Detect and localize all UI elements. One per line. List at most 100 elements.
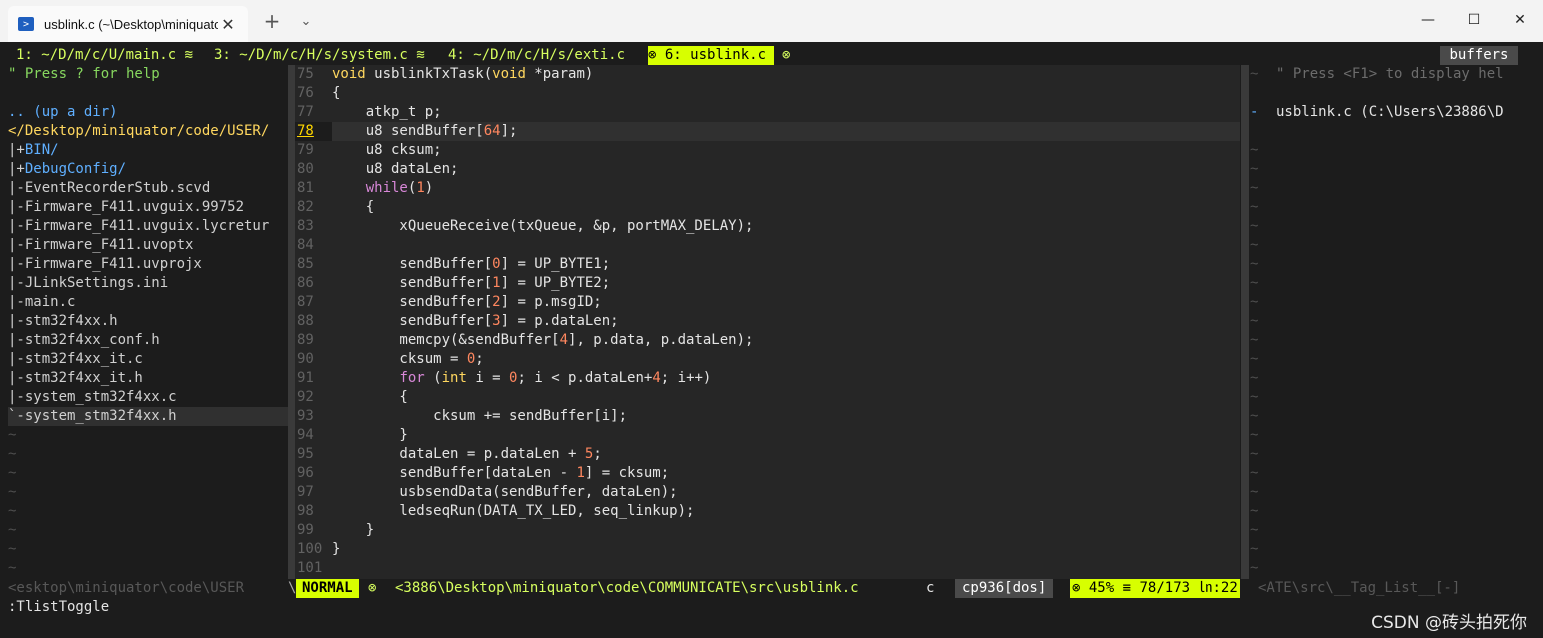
code-text: memcpy(&sendBuffer[4], p.data, p.dataLen… bbox=[332, 332, 754, 348]
taglist-pane[interactable]: ~ " Press <F1> to display hel - usblink.… bbox=[1250, 65, 1520, 585]
taglist-empty-line: ~ bbox=[1250, 560, 1259, 576]
code-editor-pane[interactable]: 75 void usblinkTxTask(void *param) 76 {77 a… bbox=[295, 65, 1240, 585]
taglist-empty-line: ~ bbox=[1250, 237, 1259, 253]
line-number: 85 bbox=[297, 256, 314, 272]
tree-file-item[interactable]: |-main.c bbox=[8, 293, 288, 312]
line-number: 89 bbox=[297, 332, 314, 348]
code-line[interactable]: 80 u8 dataLen; bbox=[295, 160, 1240, 179]
tree-file-item[interactable]: |-JLinkSettings.ini bbox=[8, 274, 288, 293]
code-line[interactable]: 94 } bbox=[295, 426, 1240, 445]
file-tree-pane[interactable]: " Press ? for help .. (up a dir) </Deskt… bbox=[8, 65, 288, 585]
maximize-button[interactable]: ☐ bbox=[1451, 0, 1497, 40]
line-number: 82 bbox=[297, 199, 314, 215]
close-window-button[interactable]: ✕ bbox=[1497, 0, 1543, 40]
code-line[interactable]: 88 sendBuffer[3] = p.dataLen; bbox=[295, 312, 1240, 331]
tree-file-item[interactable]: |-EventRecorderStub.scvd bbox=[8, 179, 288, 198]
tree-file-item[interactable]: |-Firmware_F411.uvprojx bbox=[8, 255, 288, 274]
code-text: usbsendData(sendBuffer, dataLen); bbox=[332, 484, 678, 500]
tree-empty-line: ~ bbox=[8, 522, 17, 538]
tab-close-icon[interactable]: ✕ bbox=[218, 15, 238, 34]
code-line[interactable]: 97 usbsendData(sendBuffer, dataLen); bbox=[295, 483, 1240, 502]
tab-title: usblink.c (~\Desktop\miniquato bbox=[44, 16, 218, 32]
code-line[interactable]: 76 { bbox=[295, 84, 1240, 103]
vim-statusline: <esktop\miniquator\code\USER \ NORMAL ⊗ … bbox=[0, 579, 1543, 598]
code-line[interactable]: 86 sendBuffer[1] = UP_BYTE2; bbox=[295, 274, 1240, 293]
tree-help: " Press ? for help bbox=[8, 66, 160, 82]
code-line[interactable]: 99 } bbox=[295, 521, 1240, 540]
code-text: } bbox=[332, 427, 408, 443]
code-line[interactable]: 98 ledseqRun(DATA_TX_LED, seq_linkup); bbox=[295, 502, 1240, 521]
code-line[interactable]: 89 memcpy(&sendBuffer[4], p.data, p.data… bbox=[295, 331, 1240, 350]
line-number: 87 bbox=[297, 294, 314, 310]
tree-file-item[interactable]: `-system_stm32f4xx.h bbox=[8, 407, 288, 426]
line-number: 80 bbox=[297, 161, 314, 177]
code-line[interactable]: 83 xQueueReceive(txQueue, &p, portMAX_DE… bbox=[295, 217, 1240, 236]
taglist-empty-line: ~ bbox=[1250, 484, 1259, 500]
terminal-tab[interactable]: > usblink.c (~\Desktop\miniquato ✕ bbox=[8, 6, 248, 42]
line-number: 99 bbox=[297, 522, 314, 538]
line-number: 83 bbox=[297, 218, 314, 234]
tree-file-item[interactable]: |-Firmware_F411.uvguix.99752 bbox=[8, 198, 288, 217]
code-line[interactable]: 77 atkp_t p; bbox=[295, 103, 1240, 122]
vim-tab-exti[interactable]: 4: ~/D/m/c/H/s/exti.c bbox=[448, 46, 625, 65]
code-line[interactable]: 84 bbox=[295, 236, 1240, 255]
line-number: 86 bbox=[297, 275, 314, 291]
code-line[interactable]: 82 { bbox=[295, 198, 1240, 217]
tree-empty-line: ~ bbox=[8, 427, 17, 443]
vim-tab-system[interactable]: 3: ~/D/m/c/H/s/system.c ≋ bbox=[214, 46, 425, 65]
vim-tabline: 1: ~/D/m/c/U/main.c ≋ 3: ~/D/m/c/H/s/sys… bbox=[0, 46, 1543, 65]
vim-tab-usblink[interactable]: ⊗ 6: usblink.c bbox=[648, 46, 775, 65]
code-text: u8 cksum; bbox=[332, 142, 442, 158]
code-line[interactable]: 78 u8 sendBuffer[64]; bbox=[295, 122, 1240, 141]
taglist-empty-line: ~ bbox=[1250, 408, 1259, 424]
tree-file-item[interactable]: |-Firmware_F411.uvoptx bbox=[8, 236, 288, 255]
taglist-empty-line: ~ bbox=[1250, 199, 1259, 215]
taglist-marker: - bbox=[1250, 104, 1259, 120]
code-line[interactable]: 91 for (int i = 0; i < p.dataLen+4; i++) bbox=[295, 369, 1240, 388]
tree-file-item[interactable]: |-stm32f4xx_conf.h bbox=[8, 331, 288, 350]
code-line[interactable]: 96 sendBuffer[dataLen - 1] = cksum; bbox=[295, 464, 1240, 483]
code-line[interactable]: 87 sendBuffer[2] = p.msgID; bbox=[295, 293, 1240, 312]
tree-file-item[interactable]: |-stm32f4xx.h bbox=[8, 312, 288, 331]
code-line[interactable]: 75 void usblinkTxTask(void *param) bbox=[295, 65, 1240, 84]
code-text: xQueueReceive(txQueue, &p, portMAX_DELAY… bbox=[332, 218, 754, 234]
taglist-empty-line: ~ bbox=[1250, 142, 1259, 158]
code-line[interactable]: 81 while(1) bbox=[295, 179, 1240, 198]
line-number: 98 bbox=[297, 503, 314, 519]
code-line[interactable]: 93 cksum += sendBuffer[i]; bbox=[295, 407, 1240, 426]
code-line[interactable]: 85 sendBuffer[0] = UP_BYTE1; bbox=[295, 255, 1240, 274]
tree-file-item[interactable]: |-stm32f4xx_it.c bbox=[8, 350, 288, 369]
tree-cwd: </Desktop/miniquator/code/USER/ bbox=[8, 123, 270, 139]
tree-dir-debugconfig[interactable]: |+DebugConfig/ bbox=[8, 160, 126, 179]
tab-dropdown-button[interactable]: ⌄ bbox=[292, 8, 320, 36]
tree-dir-bin[interactable]: |+BIN/ bbox=[8, 141, 59, 160]
status-encoding: cp936[dos] bbox=[955, 579, 1054, 598]
code-text: cksum = 0; bbox=[332, 351, 484, 367]
minimize-button[interactable]: — bbox=[1405, 0, 1451, 40]
code-text: dataLen = p.dataLen + 5; bbox=[332, 446, 602, 462]
code-line[interactable]: 90 cksum = 0; bbox=[295, 350, 1240, 369]
line-number: 90 bbox=[297, 351, 314, 367]
vim-tab-main[interactable]: 1: ~/D/m/c/U/main.c ≋ bbox=[16, 46, 193, 65]
right-split-separator[interactable] bbox=[1241, 65, 1249, 585]
tree-file-item[interactable]: |-system_stm32f4xx.c bbox=[8, 388, 288, 407]
code-line[interactable]: 101 bbox=[295, 559, 1240, 578]
taglist-empty-line: ~ bbox=[1250, 294, 1259, 310]
line-number: 92 bbox=[297, 389, 314, 405]
tree-file-item[interactable]: |-Firmware_F411.uvguix.lycretur bbox=[8, 217, 288, 236]
line-number: 91 bbox=[297, 370, 314, 386]
code-line[interactable]: 100} bbox=[295, 540, 1240, 559]
command-line[interactable]: :TlistToggle bbox=[8, 598, 109, 617]
line-number: 93 bbox=[297, 408, 314, 424]
code-line[interactable]: 92 { bbox=[295, 388, 1240, 407]
taglist-entry[interactable]: usblink.c (C:\Users\23886\D bbox=[1276, 103, 1504, 122]
new-tab-button[interactable]: + bbox=[258, 8, 286, 36]
tree-up-dir[interactable]: .. (up a dir) bbox=[8, 103, 118, 122]
buffers-label[interactable]: buffers bbox=[1440, 46, 1518, 65]
tree-file-item[interactable]: |-stm32f4xx_it.h bbox=[8, 369, 288, 388]
tree-empty-line: ~ bbox=[8, 446, 17, 462]
code-text: } bbox=[332, 541, 341, 557]
powershell-icon: > bbox=[18, 17, 34, 31]
code-line[interactable]: 79 u8 cksum; bbox=[295, 141, 1240, 160]
code-line[interactable]: 95 dataLen = p.dataLen + 5; bbox=[295, 445, 1240, 464]
